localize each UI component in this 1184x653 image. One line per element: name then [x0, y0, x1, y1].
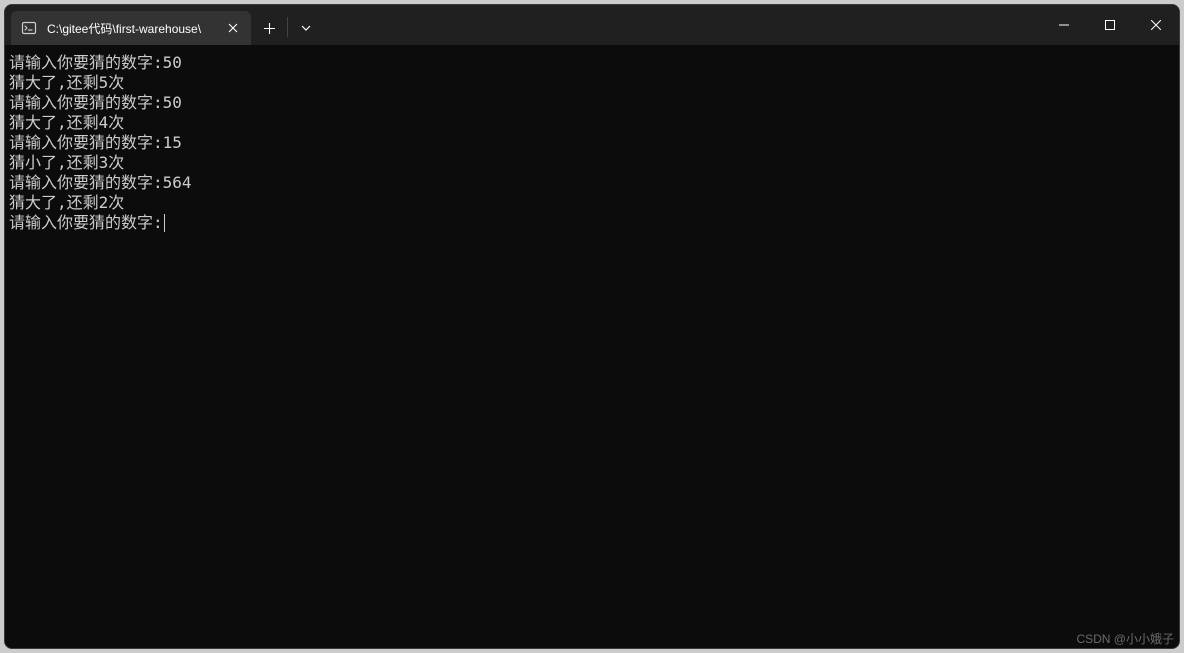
- terminal-line: 猜大了,还剩2次: [9, 193, 1175, 213]
- terminal-line: 请输入你要猜的数字:50: [9, 53, 1175, 73]
- tab-region: C:\gitee代码\first-warehouse\: [5, 5, 251, 45]
- window-controls: [1041, 5, 1179, 45]
- title-bar: C:\gitee代码\first-warehouse\: [5, 5, 1179, 45]
- watermark-text: CSDN @小小娥子: [1076, 630, 1174, 647]
- tab-dropdown-button[interactable]: [288, 11, 324, 45]
- terminal-line: 请输入你要猜的数字:15: [9, 133, 1175, 153]
- terminal-prompt-line: 请输入你要猜的数字:: [9, 213, 1175, 233]
- close-button[interactable]: [1133, 5, 1179, 45]
- tab-title: C:\gitee代码\first-warehouse\: [47, 20, 215, 37]
- terminal-prompt: 请输入你要猜的数字:: [9, 213, 163, 232]
- minimize-button[interactable]: [1041, 5, 1087, 45]
- terminal-window: C:\gitee代码\first-warehouse\: [4, 4, 1180, 649]
- title-bar-drag-region[interactable]: [324, 5, 1041, 45]
- tab-close-button[interactable]: [225, 20, 241, 36]
- terminal-icon: [21, 20, 37, 36]
- maximize-button[interactable]: [1087, 5, 1133, 45]
- terminal-line: 请输入你要猜的数字:50: [9, 93, 1175, 113]
- terminal-cursor: [164, 214, 165, 232]
- terminal-line: 猜大了,还剩5次: [9, 73, 1175, 93]
- active-tab[interactable]: C:\gitee代码\first-warehouse\: [11, 11, 251, 45]
- terminal-line: 请输入你要猜的数字:564: [9, 173, 1175, 193]
- new-tab-button[interactable]: [251, 11, 287, 45]
- terminal-output[interactable]: 请输入你要猜的数字:50猜大了,还剩5次请输入你要猜的数字:50猜大了,还剩4次…: [5, 45, 1179, 648]
- terminal-line: 猜小了,还剩3次: [9, 153, 1175, 173]
- terminal-line: 猜大了,还剩4次: [9, 113, 1175, 133]
